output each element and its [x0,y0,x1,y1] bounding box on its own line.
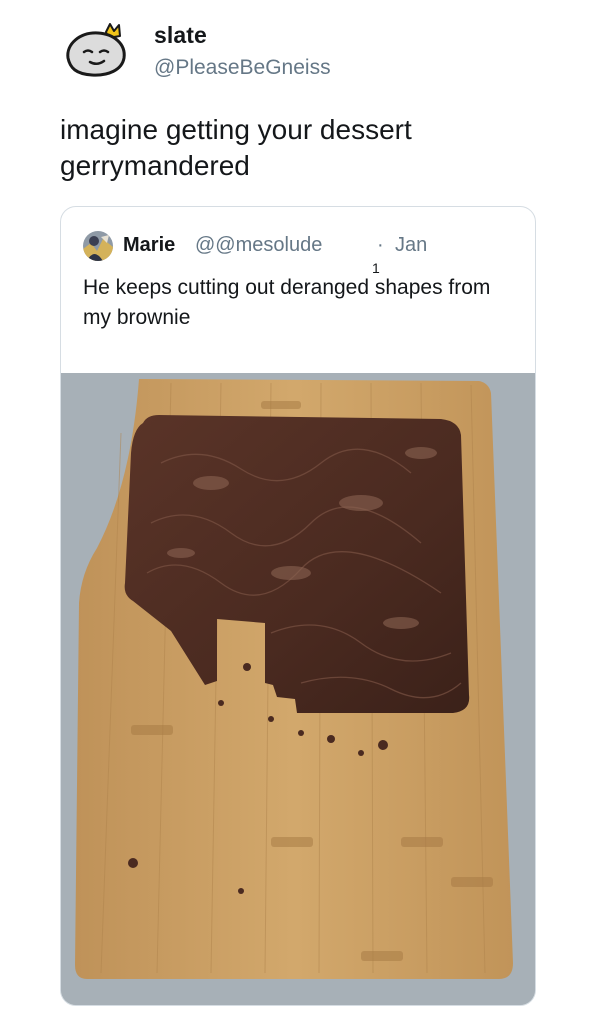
quoted-user-handle[interactable]: @@mesolude [195,234,322,257]
quoted-tweet-card[interactable]: Marie @@mesolude · Jan 1 He keeps cuttin… [60,206,536,1006]
brownie-photo[interactable] [61,373,535,1005]
quoted-tweet-date[interactable]: Jan [395,234,427,257]
tweet-text: imagine getting your dessert gerrymander… [60,114,412,181]
quoted-tweet-text: He keeps cutting out deranged shapes fro… [83,276,491,329]
user-avatar-icon[interactable] [83,231,113,261]
quoted-display-name[interactable]: Marie [123,234,175,257]
quoted-tweet-header: Marie @@mesolude · Jan [83,231,523,261]
user-handle[interactable]: @PleaseBeGneiss [154,56,331,80]
separator-dot: · [377,234,384,256]
tweet-header: slate @PleaseBeGneiss [62,18,562,88]
display-name[interactable]: slate [154,22,207,49]
rock-avatar-icon[interactable] [62,22,130,80]
